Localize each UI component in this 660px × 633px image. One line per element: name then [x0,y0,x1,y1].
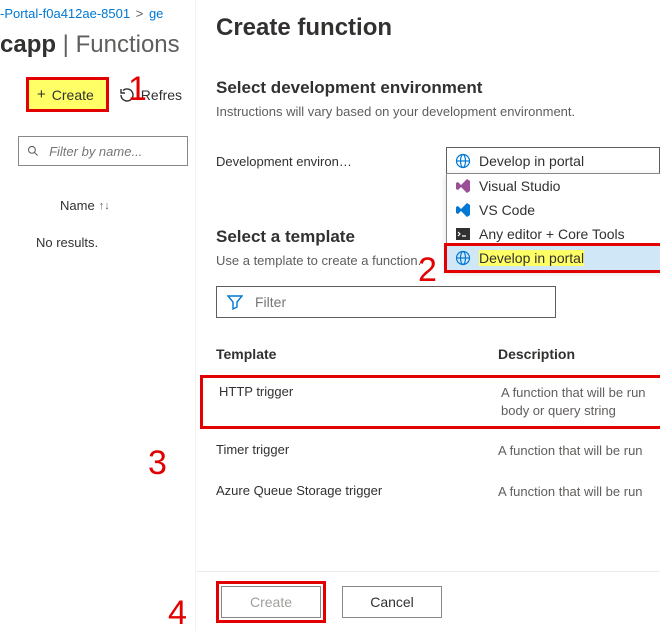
dropdown-list: Visual Studio VS Code Any editor + Core … [446,173,660,271]
breadcrumb: -Portal-f0a412ae-8501 > ge [0,0,195,25]
template-row-http-trigger[interactable]: HTTP trigger A function that will be run… [219,384,660,420]
refresh-icon [119,87,135,103]
option-label: Visual Studio [479,178,560,194]
env-field-row: Development environ… Develop in portal V… [216,147,660,175]
env-dropdown[interactable]: Develop in portal Visual Studio VS Code … [446,147,660,175]
highlight-box: + Create [26,77,109,112]
filter-by-name[interactable] [18,136,188,166]
col-name-label: Name [60,198,95,213]
filter-input[interactable] [47,143,179,160]
refresh-label: Refres [141,87,182,103]
page-title-sep: | [56,31,76,58]
globe-icon [455,250,471,266]
col-template: Template [216,346,498,362]
env-option-vs-code[interactable]: VS Code [447,198,660,222]
env-subtext: Instructions will vary based on your dev… [216,104,660,119]
toolbar: + Create Refres [26,77,195,112]
template-name: Azure Queue Storage trigger [216,483,498,501]
env-option-visual-studio[interactable]: Visual Studio [447,174,660,198]
globe-icon [455,153,471,169]
refresh-button[interactable]: Refres [119,87,182,103]
env-heading: Select development environment [216,78,660,98]
create-button[interactable]: + Create [31,82,104,107]
breadcrumb-item[interactable]: ge [149,6,163,21]
dropdown-value: Develop in portal [479,153,584,169]
cancel-button[interactable]: Cancel [342,586,442,618]
template-row-timer-trigger[interactable]: Timer trigger A function that will be ru… [216,436,660,466]
filter-icon [227,294,243,310]
template-filter-input[interactable] [253,293,545,311]
create-submit-button[interactable]: Create [221,586,321,618]
env-option-develop-in-portal[interactable]: Develop in portal [447,246,660,270]
highlight-box: Create [216,581,326,623]
breadcrumb-item[interactable]: -Portal-f0a412ae-8501 [0,6,130,21]
visual-studio-icon [455,178,471,194]
functions-panel: -Portal-f0a412ae-8501 > ge capp | Functi… [0,0,195,631]
search-icon [27,144,39,158]
template-header-row: Template Description [216,346,660,362]
sort-icon: ↑↓ [99,200,110,212]
highlight-box: HTTP trigger A function that will be run… [200,375,660,429]
template-desc: A function that will be run body or quer… [501,384,660,420]
create-function-blade: Create function Select development envir… [195,0,660,631]
template-desc: A function that will be run [498,483,660,501]
highlight-box: Develop in portal [444,243,660,273]
terminal-icon [455,226,471,242]
vscode-icon [455,202,471,218]
option-label: Develop in portal [479,250,584,266]
env-label: Development environ… [216,154,446,169]
col-description: Description [498,346,575,362]
column-header-name[interactable]: Name ↑↓ [60,198,195,213]
chevron-right-icon: > [136,6,144,21]
page-title: capp | Functions [0,31,195,59]
create-button-label: Create [52,87,94,103]
dropdown-trigger[interactable]: Develop in portal [446,147,660,175]
page-title-sub: Functions [76,31,180,58]
blade-title: Create function [216,14,660,42]
template-name: HTTP trigger [219,384,501,420]
page-title-main: capp [0,31,56,58]
template-name: Timer trigger [216,442,498,460]
template-filter[interactable] [216,286,556,318]
template-row-queue-trigger[interactable]: Azure Queue Storage trigger A function t… [216,477,660,507]
blade-footer: Create Cancel [196,571,660,631]
template-desc: A function that will be run [498,442,660,460]
option-label: VS Code [479,202,535,218]
option-label: Any editor + Core Tools [479,226,625,242]
empty-state: No results. [36,235,195,250]
plus-icon: + [37,86,46,103]
